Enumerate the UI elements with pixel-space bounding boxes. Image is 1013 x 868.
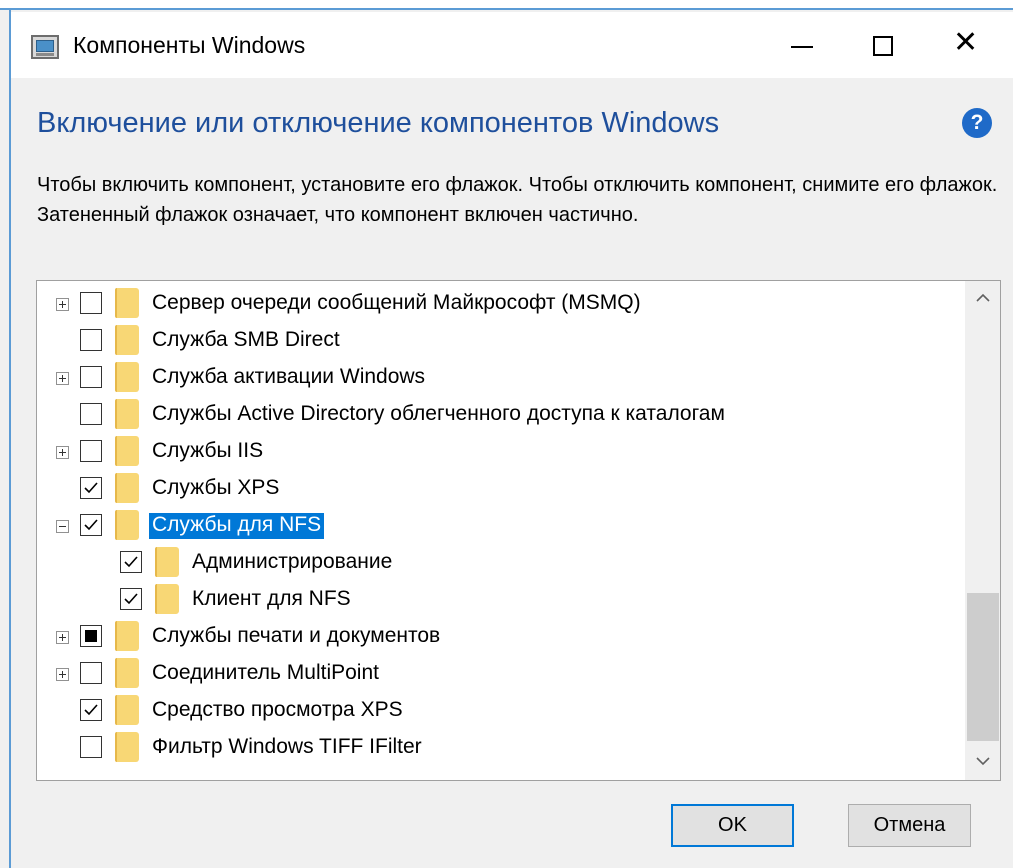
dialog-description: Чтобы включить компонент, установите его…: [37, 174, 998, 226]
window-title: Компоненты Windows: [73, 32, 306, 58]
checkmark-icon: [124, 556, 138, 568]
feature-label[interactable]: Служба SMB Direct: [149, 328, 343, 354]
maximize-icon: [873, 36, 893, 56]
windows-features-dialog: Компоненты Windows ✕ Включение или отклю…: [0, 0, 1013, 868]
feature-checkbox[interactable]: [80, 625, 102, 647]
maximize-button[interactable]: [845, 12, 921, 78]
scrollbar-thumb[interactable]: [967, 593, 999, 741]
feature-row[interactable]: Служба SMB Direct: [37, 322, 965, 359]
folder-icon: [155, 584, 179, 614]
folder-icon: [115, 658, 139, 688]
feature-checkbox[interactable]: [80, 440, 102, 462]
windows-features-icon: [31, 35, 59, 59]
feature-row[interactable]: Службы XPS: [37, 470, 965, 507]
expand-icon[interactable]: [56, 372, 69, 385]
feature-row[interactable]: Службы печати и документов: [37, 618, 965, 655]
feature-label[interactable]: Службы IIS: [149, 439, 266, 465]
feature-label[interactable]: Соединитель MultiPoint: [149, 661, 382, 687]
feature-label[interactable]: Службы Active Directory облегченного дос…: [149, 402, 728, 428]
folder-icon: [115, 362, 139, 392]
feature-label[interactable]: Средство просмотра XPS: [149, 698, 406, 724]
feature-label[interactable]: Службы XPS: [149, 476, 282, 502]
feature-label[interactable]: Фильтр Windows TIFF IFilter: [149, 735, 425, 761]
feature-checkbox[interactable]: [120, 588, 142, 610]
folder-icon: [115, 325, 139, 355]
feature-row[interactable]: Службы для NFS: [37, 507, 965, 544]
feature-row[interactable]: Сервер очереди сообщений Майкрософт (MSM…: [37, 285, 965, 322]
scroll-up-button[interactable]: [965, 281, 1000, 317]
feature-label[interactable]: Служба активации Windows: [149, 365, 428, 391]
title-bar[interactable]: Компоненты Windows ✕: [11, 12, 1013, 78]
feature-checkbox[interactable]: [80, 736, 102, 758]
feature-checkbox[interactable]: [80, 662, 102, 684]
vertical-scrollbar[interactable]: [965, 281, 1000, 780]
expand-icon[interactable]: [56, 298, 69, 311]
window-left-border: [9, 10, 11, 868]
feature-label[interactable]: Клиент для NFS: [189, 587, 354, 613]
feature-checkbox[interactable]: [120, 551, 142, 573]
features-tree[interactable]: Сервер очереди сообщений Майкрософт (MSM…: [36, 280, 1001, 781]
scroll-down-button[interactable]: [965, 744, 1000, 780]
folder-icon: [115, 473, 139, 503]
window-top-border: [0, 0, 1013, 10]
feature-label[interactable]: Администрирование: [189, 550, 395, 576]
expand-icon[interactable]: [56, 446, 69, 459]
folder-icon: [115, 399, 139, 429]
collapse-icon[interactable]: [56, 520, 69, 533]
folder-icon: [115, 732, 139, 762]
folder-icon: [115, 436, 139, 466]
expand-icon[interactable]: [56, 668, 69, 681]
folder-icon: [115, 288, 139, 318]
feature-checkbox[interactable]: [80, 477, 102, 499]
feature-checkbox[interactable]: [80, 329, 102, 351]
checkmark-icon: [84, 704, 98, 716]
feature-checkbox[interactable]: [80, 514, 102, 536]
feature-row[interactable]: Служба активации Windows: [37, 359, 965, 396]
feature-row[interactable]: Средство просмотра XPS: [37, 692, 965, 729]
feature-checkbox[interactable]: [80, 699, 102, 721]
feature-checkbox[interactable]: [80, 403, 102, 425]
feature-label[interactable]: Службы для NFS: [149, 513, 325, 539]
help-icon[interactable]: ?: [962, 108, 992, 138]
close-icon: ✕: [953, 25, 979, 60]
cancel-button[interactable]: Отмена: [848, 804, 971, 847]
checkmark-icon: [84, 482, 98, 494]
dialog-heading: Включение или отключение компонентов Win…: [37, 107, 720, 139]
feature-row[interactable]: Службы IIS: [37, 433, 965, 470]
partial-check-icon: [85, 630, 97, 642]
features-list: Сервер очереди сообщений Майкрософт (MSM…: [37, 285, 965, 766]
feature-row[interactable]: Службы Active Directory облегченного дос…: [37, 396, 965, 433]
folder-icon: [115, 510, 139, 540]
checkmark-icon: [84, 519, 98, 531]
folder-icon: [115, 695, 139, 725]
feature-label[interactable]: Сервер очереди сообщений Майкрософт (MSM…: [149, 291, 644, 317]
close-button[interactable]: ✕: [927, 12, 1003, 78]
feature-row[interactable]: Клиент для NFS: [37, 581, 965, 618]
folder-icon: [155, 547, 179, 577]
feature-row[interactable]: Соединитель MultiPoint: [37, 655, 965, 692]
minimize-icon: [791, 46, 813, 48]
chevron-down-icon: [976, 757, 990, 766]
folder-icon: [115, 621, 139, 651]
minimize-button[interactable]: [763, 12, 839, 78]
expand-icon[interactable]: [56, 631, 69, 644]
feature-row[interactable]: Фильтр Windows TIFF IFilter: [37, 729, 965, 766]
feature-checkbox[interactable]: [80, 292, 102, 314]
checkmark-icon: [124, 593, 138, 605]
chevron-up-icon: [976, 293, 990, 302]
feature-checkbox[interactable]: [80, 366, 102, 388]
feature-row[interactable]: Администрирование: [37, 544, 965, 581]
ok-button[interactable]: OK: [671, 804, 794, 847]
feature-label[interactable]: Службы печати и документов: [149, 624, 443, 650]
